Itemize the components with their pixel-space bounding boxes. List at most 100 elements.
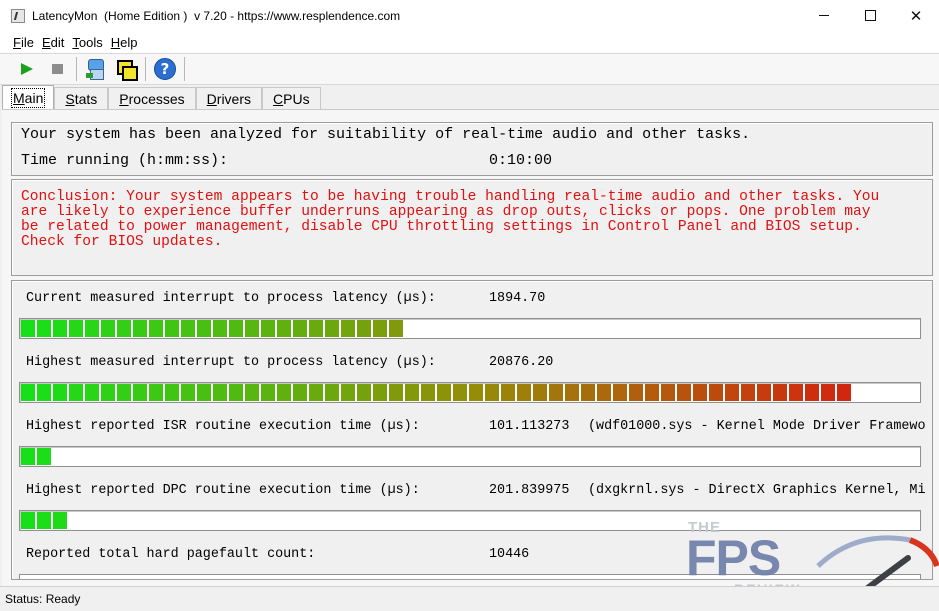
- bar-segment: [421, 384, 437, 401]
- bar-segment: [213, 384, 229, 401]
- bar-segment: [197, 384, 213, 401]
- bar-segment: [69, 384, 85, 401]
- conclusion-line: Check for BIOS updates.: [21, 234, 223, 250]
- stop-button[interactable]: [44, 56, 70, 82]
- minimize-icon: [819, 15, 829, 16]
- bar-segment: [709, 384, 725, 401]
- bar-segment: [725, 384, 741, 401]
- bar-segment: [165, 384, 181, 401]
- toolbar: ?: [0, 53, 939, 85]
- tab-drivers[interactable]: Drivers: [195, 87, 263, 109]
- bar-segment: [805, 384, 821, 401]
- windows-button[interactable]: [113, 56, 139, 82]
- metric-label: Current measured interrupt to process la…: [26, 291, 436, 306]
- bar-segment: [373, 320, 389, 337]
- tab-stats[interactable]: Stats: [54, 87, 109, 109]
- close-button[interactable]: ✕: [893, 0, 939, 31]
- tab-strip: Main Stats Processes Drivers CPUs: [2, 85, 321, 109]
- bar-segment: [101, 320, 117, 337]
- bar-segment: [661, 384, 677, 401]
- bar-segment: [549, 384, 565, 401]
- bar-segment: [229, 384, 245, 401]
- bar-segment: [357, 384, 373, 401]
- bar-segment: [309, 384, 325, 401]
- cleaner-button[interactable]: [83, 56, 109, 82]
- help-icon: ?: [154, 58, 176, 80]
- conclusion-line: are likely to experience buffer underrun…: [21, 204, 871, 220]
- help-button[interactable]: ?: [152, 56, 178, 82]
- bar-segment: [277, 320, 293, 337]
- bar-segment: [149, 320, 165, 337]
- bar-segment: [37, 320, 53, 337]
- bar-segment: [37, 512, 53, 529]
- maximize-icon: [864, 10, 876, 21]
- maximize-button[interactable]: [847, 0, 893, 31]
- bar-segment: [277, 384, 293, 401]
- bar-segment: [501, 384, 517, 401]
- menu-edit[interactable]: Edit: [42, 35, 64, 50]
- minimize-button[interactable]: [801, 0, 847, 31]
- bar-fill: [21, 320, 405, 337]
- start-button[interactable]: [14, 56, 40, 82]
- menu-help[interactable]: Help: [111, 35, 138, 50]
- bar-segment: [165, 320, 181, 337]
- bar-segment: [325, 384, 341, 401]
- bar-segment: [373, 384, 389, 401]
- bar-segment: [21, 384, 37, 401]
- pagefault-value: 10446: [489, 547, 530, 562]
- tab-main[interactable]: Main: [2, 85, 55, 109]
- toolbar-separator: [76, 57, 77, 81]
- bar-segment: [629, 384, 645, 401]
- bar-segment: [741, 384, 757, 401]
- bar-segment: [229, 320, 245, 337]
- metric-value: 20876.20: [489, 355, 554, 370]
- tab-cpus[interactable]: CPUs: [262, 87, 321, 109]
- bar-segment: [693, 384, 709, 401]
- bar-segment: [181, 384, 197, 401]
- bar-segment: [101, 384, 117, 401]
- metric-label: Highest reported ISR routine execution t…: [26, 419, 420, 434]
- bar-segment: [357, 320, 373, 337]
- bar-segment: [181, 320, 197, 337]
- conclusion-line: Conclusion: Your system appears to be ha…: [21, 189, 880, 205]
- bar-segment: [37, 448, 53, 465]
- stop-icon: [51, 64, 63, 74]
- pagefault-label: Reported total hard pagefault count:: [26, 547, 316, 562]
- bar-segment: [341, 320, 357, 337]
- bar-segment: [261, 384, 277, 401]
- watermark-fps: FPS: [686, 530, 781, 586]
- latency-bar: [19, 318, 921, 339]
- toolbar-separator: [145, 57, 146, 81]
- bar-segment: [309, 320, 325, 337]
- bar-segment: [21, 320, 37, 337]
- window-title: LatencyMon (Home Edition ) v 7.20 - http…: [32, 8, 401, 23]
- tab-processes[interactable]: Processes: [108, 87, 196, 109]
- bar-segment: [197, 320, 213, 337]
- bar-segment: [213, 320, 229, 337]
- bar-segment: [133, 320, 149, 337]
- bar-segment: [37, 384, 53, 401]
- bar-segment: [21, 448, 37, 465]
- bar-segment: [389, 384, 405, 401]
- latency-bar: [19, 382, 921, 403]
- menu-tools[interactable]: Tools: [72, 35, 102, 50]
- bar-segment: [773, 384, 789, 401]
- bar-segment: [677, 384, 693, 401]
- cleaner-icon: [85, 58, 107, 80]
- bar-segment: [293, 320, 309, 337]
- metric-driver: (wdf01000.sys - Kernel Mode Driver Frame…: [588, 419, 926, 434]
- bar-segment: [517, 384, 533, 401]
- metric-label: Highest reported DPC routine execution t…: [26, 483, 420, 498]
- metric-value: 201.839975: [489, 483, 570, 498]
- bar-segment: [53, 512, 69, 529]
- bar-segment: [645, 384, 661, 401]
- menu-file[interactable]: File: [13, 35, 34, 50]
- status-text: Status: Ready: [5, 592, 81, 606]
- time-running-label: Time running (h:mm:ss):: [21, 152, 229, 169]
- bar-segment: [133, 384, 149, 401]
- conclusion-panel: Conclusion: Your system appears to be ha…: [11, 179, 933, 276]
- main-tab-content: Your system has been analyzed for suitab…: [2, 109, 939, 586]
- bar-segment: [245, 384, 261, 401]
- menu-bar: File Edit Tools Help: [0, 31, 939, 53]
- metric-value: 1894.70: [489, 291, 546, 306]
